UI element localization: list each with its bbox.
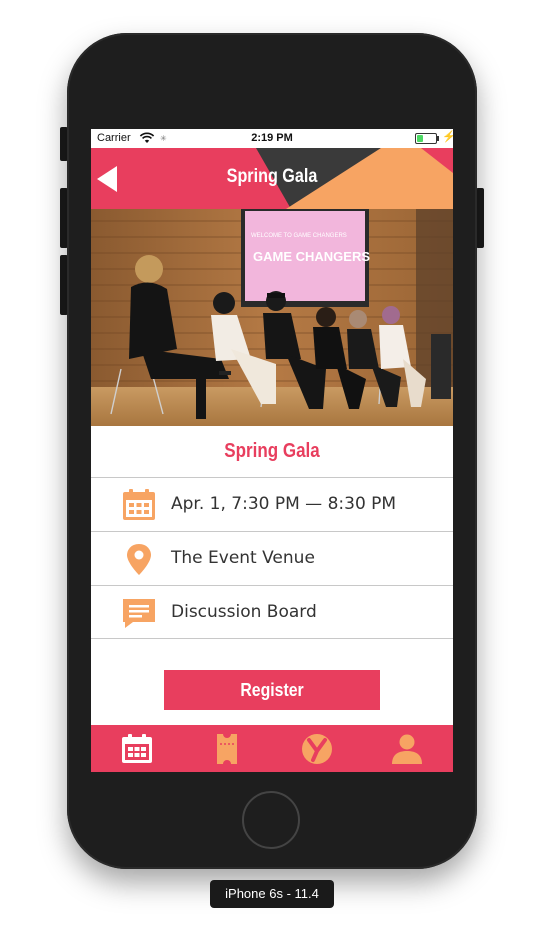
app-screen: Carrier ✳ 2:19 PM ⚡ Spring Gala WELCOME … [91,129,453,772]
event-hero-photo: WELCOME TO GAME CHANGERS GAME CHANGERS [91,209,453,426]
back-triangle-icon[interactable] [95,164,121,194]
nav-title: Spring Gala [226,166,318,187]
event-venue-row[interactable]: The Event Venue [91,531,453,585]
power-button[interactable] [476,188,484,248]
status-bar: Carrier ✳ 2:19 PM ⚡ [91,129,453,148]
chat-bubble-icon [123,599,155,628]
battery-icon [415,133,437,144]
tab-y-logo-icon[interactable] [300,733,334,765]
status-time: 2:19 PM [251,132,293,144]
tab-person-icon[interactable] [390,733,424,765]
event-date-row[interactable]: Apr. 1, 7:30 PM — 8:30 PM [91,477,453,531]
register-button[interactable]: Register [164,670,380,710]
nav-bar: Spring Gala [91,148,453,209]
tab-bar [91,725,453,772]
tab-ticket-icon[interactable] [210,733,244,765]
battery-nub [437,136,439,141]
calendar-icon [123,489,155,520]
tab-calendar-icon[interactable] [120,733,154,765]
charging-bolt-icon: ⚡ [442,131,453,143]
projector-title-text: GAME CHANGERS [253,249,370,264]
projector-small-text: WELCOME TO GAME CHANGERS [251,233,347,239]
discussion-board-row[interactable]: Discussion Board [91,585,453,639]
location-pin-icon [127,544,151,575]
event-date-label: Apr. 1, 7:30 PM — 8:30 PM [171,494,397,514]
event-venue-label: The Event Venue [171,548,315,568]
discussion-board-label: Discussion Board [171,602,317,622]
home-button[interactable] [242,791,300,849]
event-title: Spring Gala [224,440,320,462]
simulator-device-label: iPhone 6s - 11.4 [210,880,334,908]
register-button-label: Register [240,680,304,700]
